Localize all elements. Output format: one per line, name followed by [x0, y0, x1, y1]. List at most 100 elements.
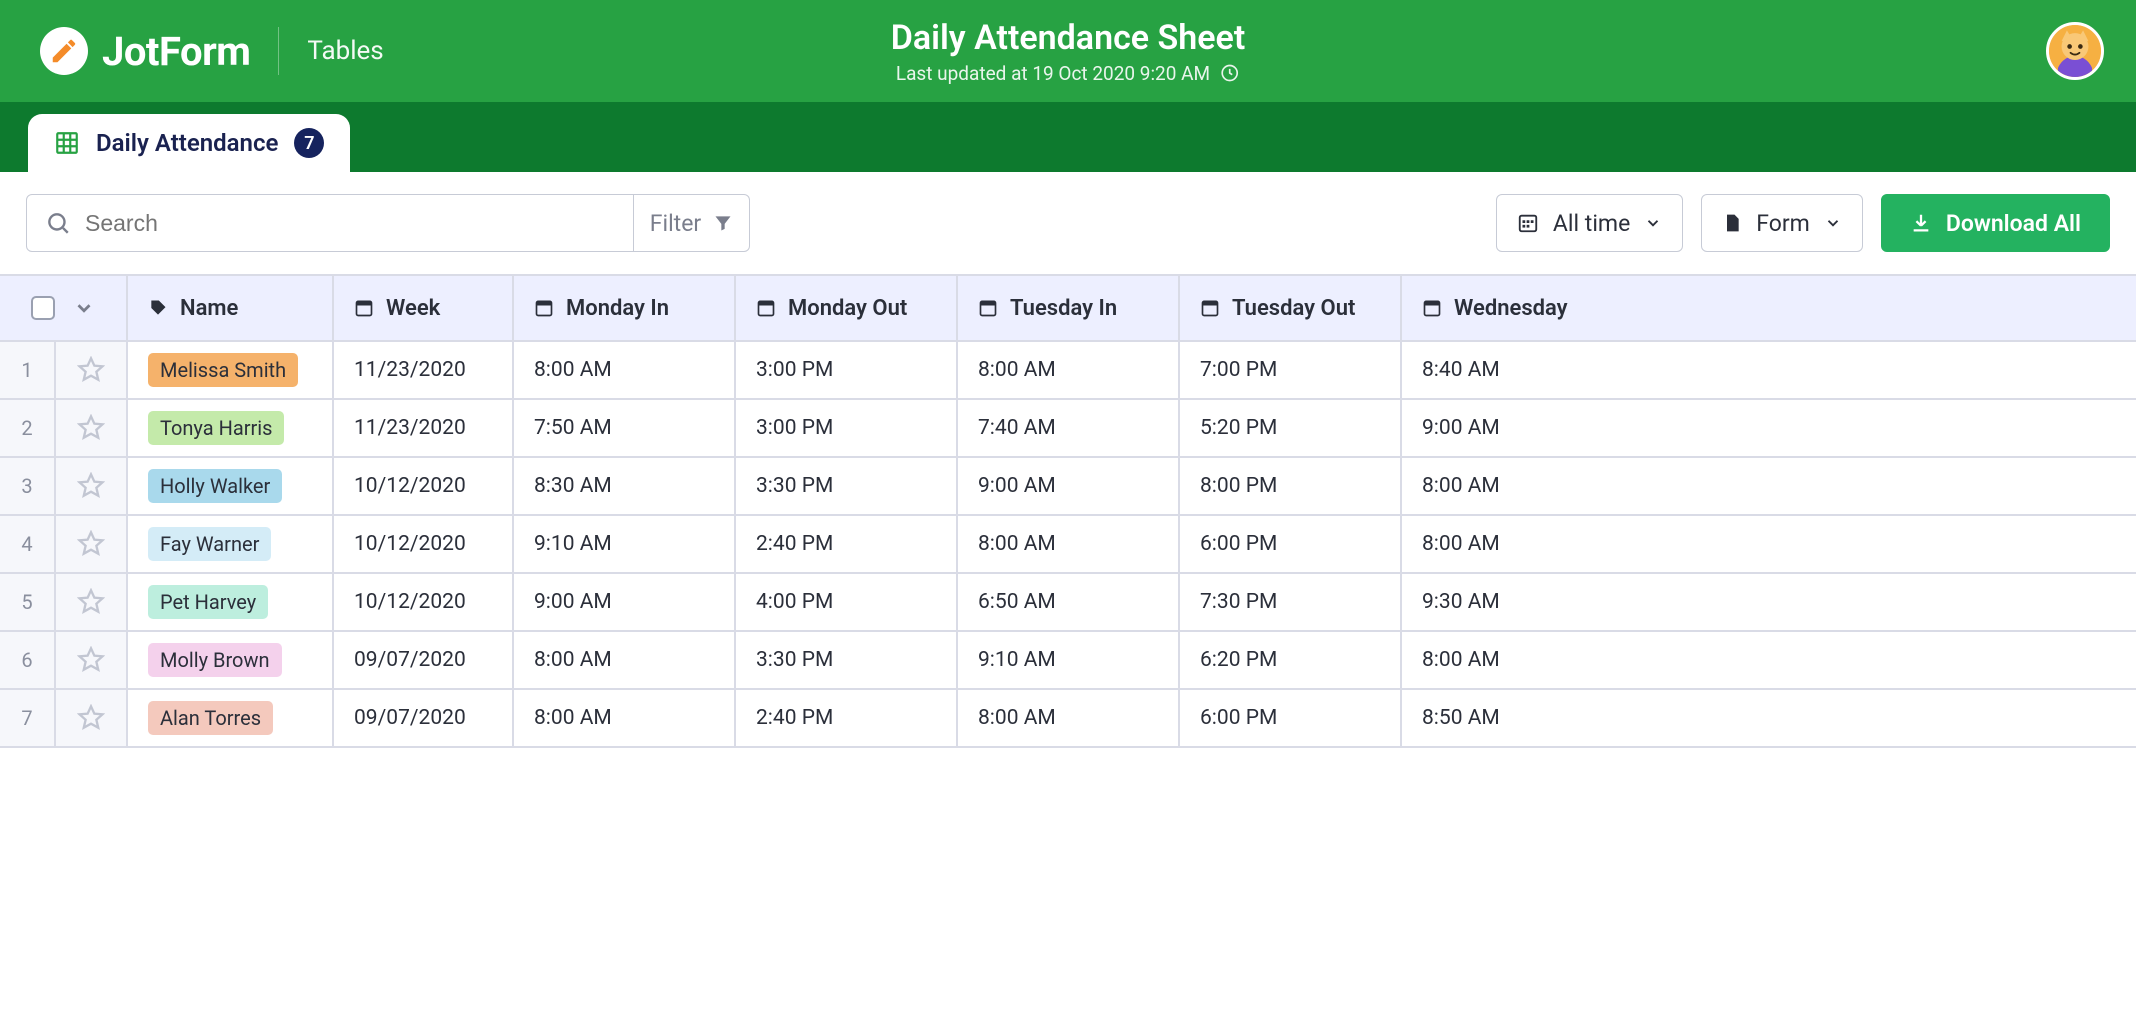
calendar-icon: [534, 298, 554, 318]
cell-wednesday-in[interactable]: 9:30 AM: [1402, 574, 1542, 630]
col-label: Name: [180, 296, 238, 321]
filter-button[interactable]: Filter: [634, 194, 750, 252]
col-header-monday-in[interactable]: Monday In: [514, 276, 736, 340]
time-range-dropdown[interactable]: All time: [1496, 194, 1683, 252]
tag-icon: [148, 298, 168, 318]
cell-name[interactable]: Pet Harvey: [128, 574, 334, 630]
cell-monday-in[interactable]: 8:00 AM: [514, 632, 736, 688]
cell-tuesday-out[interactable]: 7:00 PM: [1180, 342, 1402, 398]
funnel-icon: [713, 213, 733, 233]
cell-week[interactable]: 11/23/2020: [334, 400, 514, 456]
cell-name[interactable]: Fay Warner: [128, 516, 334, 572]
cell-wednesday-in[interactable]: 8:00 AM: [1402, 632, 1542, 688]
cell-name[interactable]: Tonya Harris: [128, 400, 334, 456]
cell-tuesday-out[interactable]: 6:00 PM: [1180, 690, 1402, 746]
cell-wednesday-in[interactable]: 8:40 AM: [1402, 342, 1542, 398]
tab-daily-attendance[interactable]: Daily Attendance 7: [28, 114, 350, 172]
cell-tuesday-in[interactable]: 7:40 AM: [958, 400, 1180, 456]
table-row[interactable]: 4Fay Warner10/12/20209:10 AM2:40 PM8:00 …: [0, 516, 2136, 574]
name-pill: Fay Warner: [148, 527, 271, 561]
cell-monday-in[interactable]: 9:10 AM: [514, 516, 736, 572]
cell-week[interactable]: 09/07/2020: [334, 690, 514, 746]
cell-tuesday-out[interactable]: 6:00 PM: [1180, 516, 1402, 572]
chevron-down-icon[interactable]: [73, 297, 95, 319]
cell-name[interactable]: Holly Walker: [128, 458, 334, 514]
cell-tuesday-in[interactable]: 8:00 AM: [958, 516, 1180, 572]
cell-monday-out[interactable]: 2:40 PM: [736, 516, 958, 572]
toolbar: Filter All time Form Download All: [0, 172, 2136, 274]
cell-monday-out[interactable]: 4:00 PM: [736, 574, 958, 630]
col-header-name[interactable]: Name: [128, 276, 334, 340]
cell-week[interactable]: 10/12/2020: [334, 458, 514, 514]
tab-strip: Daily Attendance 7: [0, 102, 2136, 172]
col-header-tuesday-out[interactable]: Tuesday Out: [1180, 276, 1402, 340]
row-number: 4: [0, 516, 56, 572]
chevron-down-icon: [1824, 214, 1842, 232]
select-all-checkbox[interactable]: [31, 296, 55, 320]
cell-week[interactable]: 09/07/2020: [334, 632, 514, 688]
star-icon: [77, 704, 105, 732]
col-label: Tuesday Out: [1232, 296, 1355, 321]
star-toggle[interactable]: [56, 574, 128, 630]
cell-wednesday-in[interactable]: 9:00 AM: [1402, 400, 1542, 456]
cell-wednesday-in[interactable]: 8:00 AM: [1402, 458, 1542, 514]
form-dropdown[interactable]: Form: [1701, 194, 1863, 252]
col-header-monday-out[interactable]: Monday Out: [736, 276, 958, 340]
cell-name[interactable]: Alan Torres: [128, 690, 334, 746]
history-icon[interactable]: [1220, 63, 1240, 83]
search-input[interactable]: [85, 210, 615, 237]
cell-tuesday-in[interactable]: 8:00 AM: [958, 690, 1180, 746]
table-row[interactable]: 6Molly Brown09/07/20208:00 AM3:30 PM9:10…: [0, 632, 2136, 690]
col-header-wednesday[interactable]: Wednesday: [1402, 276, 1542, 340]
cell-tuesday-in[interactable]: 6:50 AM: [958, 574, 1180, 630]
cell-week[interactable]: 10/12/2020: [334, 574, 514, 630]
section-label[interactable]: Tables: [307, 36, 383, 66]
table-row[interactable]: 5Pet Harvey10/12/20209:00 AM4:00 PM6:50 …: [0, 574, 2136, 632]
cell-wednesday-in[interactable]: 8:50 AM: [1402, 690, 1542, 746]
table-row[interactable]: 3Holly Walker10/12/20208:30 AM3:30 PM9:0…: [0, 458, 2136, 516]
cell-name[interactable]: Melissa Smith: [128, 342, 334, 398]
cell-tuesday-out[interactable]: 5:20 PM: [1180, 400, 1402, 456]
cell-tuesday-in[interactable]: 9:00 AM: [958, 458, 1180, 514]
cell-tuesday-in[interactable]: 9:10 AM: [958, 632, 1180, 688]
star-toggle[interactable]: [56, 458, 128, 514]
col-header-tuesday-in[interactable]: Tuesday In: [958, 276, 1180, 340]
star-toggle[interactable]: [56, 690, 128, 746]
brand-logo[interactable]: JotForm: [40, 27, 250, 75]
name-pill: Tonya Harris: [148, 411, 284, 445]
cell-monday-in[interactable]: 8:00 AM: [514, 690, 736, 746]
calendar-icon: [354, 298, 374, 318]
star-toggle[interactable]: [56, 632, 128, 688]
col-label: Wednesday: [1454, 296, 1568, 321]
avatar[interactable]: [2046, 22, 2104, 80]
table-row[interactable]: 7Alan Torres09/07/20208:00 AM2:40 PM8:00…: [0, 690, 2136, 748]
col-header-week[interactable]: Week: [334, 276, 514, 340]
cell-monday-out[interactable]: 3:00 PM: [736, 342, 958, 398]
cell-name[interactable]: Molly Brown: [128, 632, 334, 688]
cell-tuesday-out[interactable]: 6:20 PM: [1180, 632, 1402, 688]
cell-tuesday-in[interactable]: 8:00 AM: [958, 342, 1180, 398]
cell-monday-in[interactable]: 8:30 AM: [514, 458, 736, 514]
calendar-icon: [1200, 298, 1220, 318]
cell-monday-in[interactable]: 7:50 AM: [514, 400, 736, 456]
search-icon: [45, 210, 71, 236]
table-row[interactable]: 2Tonya Harris11/23/20207:50 AM3:00 PM7:4…: [0, 400, 2136, 458]
search-input-wrap[interactable]: [26, 194, 634, 252]
star-toggle[interactable]: [56, 400, 128, 456]
cell-week[interactable]: 11/23/2020: [334, 342, 514, 398]
cell-tuesday-out[interactable]: 7:30 PM: [1180, 574, 1402, 630]
cell-monday-out[interactable]: 3:30 PM: [736, 458, 958, 514]
star-toggle[interactable]: [56, 342, 128, 398]
cell-monday-in[interactable]: 8:00 AM: [514, 342, 736, 398]
cell-monday-out[interactable]: 3:00 PM: [736, 400, 958, 456]
cell-monday-out[interactable]: 3:30 PM: [736, 632, 958, 688]
cell-week[interactable]: 10/12/2020: [334, 516, 514, 572]
cell-tuesday-out[interactable]: 8:00 PM: [1180, 458, 1402, 514]
cell-monday-in[interactable]: 9:00 AM: [514, 574, 736, 630]
cell-monday-out[interactable]: 2:40 PM: [736, 690, 958, 746]
star-toggle[interactable]: [56, 516, 128, 572]
table-row[interactable]: 1Melissa Smith11/23/20208:00 AM3:00 PM8:…: [0, 342, 2136, 400]
cell-wednesday-in[interactable]: 8:00 AM: [1402, 516, 1542, 572]
col-label: Tuesday In: [1010, 296, 1117, 321]
download-all-button[interactable]: Download All: [1881, 194, 2110, 252]
